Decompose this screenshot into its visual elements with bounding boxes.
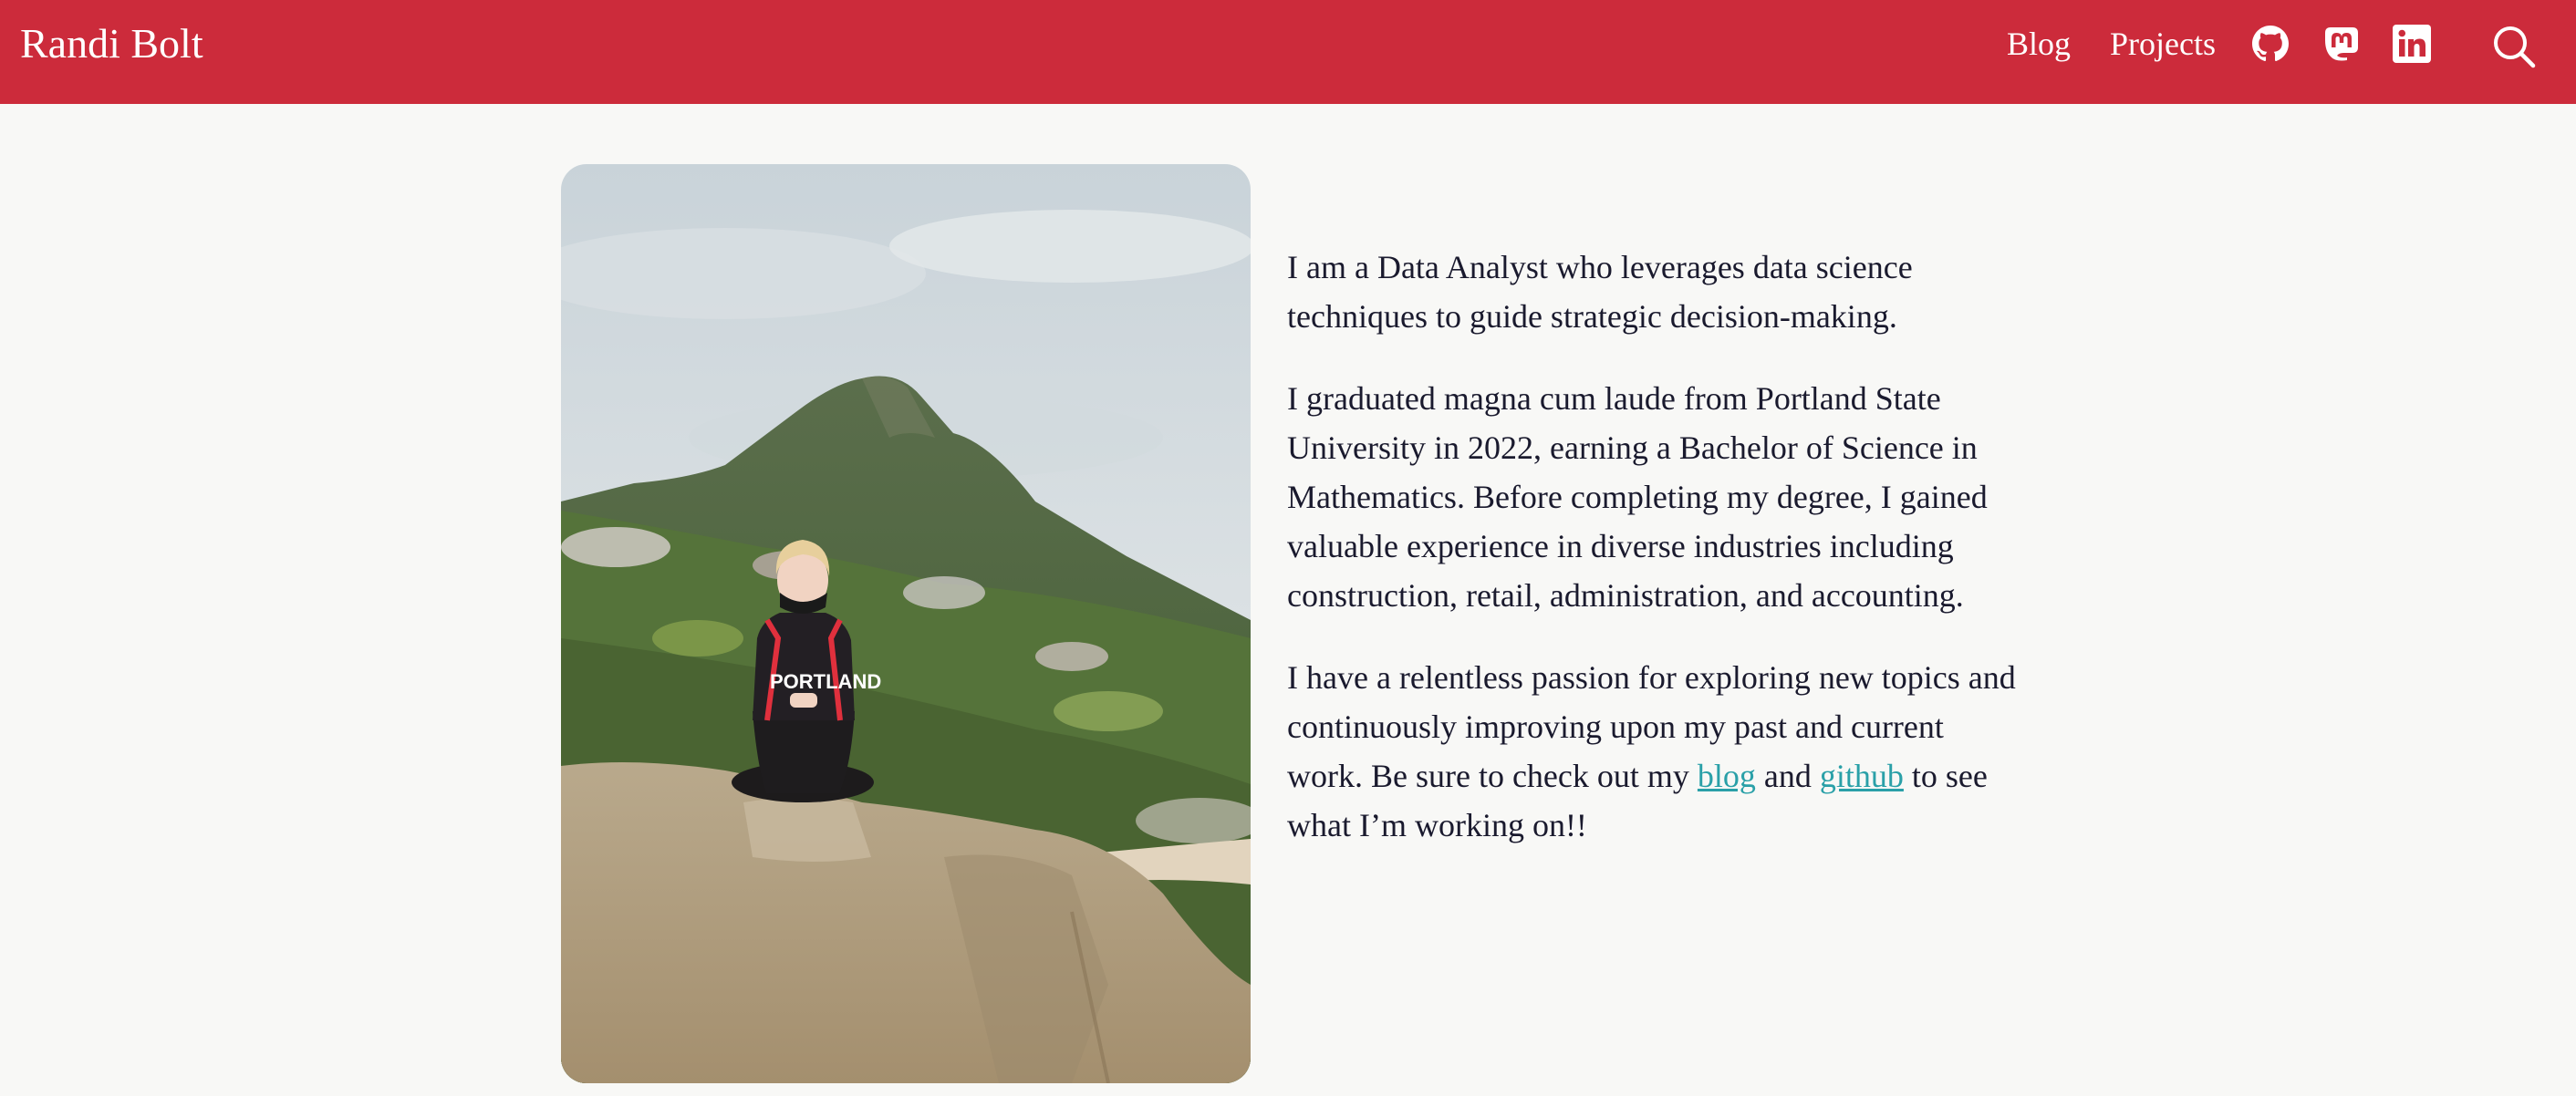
about-paragraph-3-middle: and (1755, 758, 1820, 794)
about-paragraph-3: I have a relentless passion for explorin… (1287, 653, 2022, 850)
about-paragraph-1: I am a Data Analyst who leverages data s… (1287, 249, 1913, 335)
mastodon-icon[interactable] (2323, 26, 2360, 62)
nav-link-projects[interactable]: Projects (2110, 24, 2216, 64)
github-icon[interactable] (2252, 26, 2289, 62)
search-icon[interactable] (2491, 24, 2537, 69)
nav-link-blog[interactable]: Blog (2007, 24, 2071, 64)
site-title-link[interactable]: Randi Bolt (20, 18, 203, 69)
jersey-text: PORTLAND (770, 670, 881, 693)
top-navbar: Randi Bolt Blog Projects (0, 0, 2576, 104)
about-paragraph-2: I graduated magna cum laude from Portlan… (1287, 380, 1988, 614)
about-section: I am a Data Analyst who leverages data s… (1287, 243, 2022, 883)
blog-link[interactable]: blog (1698, 758, 1756, 794)
github-link[interactable]: github (1820, 758, 1904, 794)
linkedin-icon[interactable] (2393, 25, 2431, 63)
profile-photo: PORTLAND (561, 164, 1251, 1083)
